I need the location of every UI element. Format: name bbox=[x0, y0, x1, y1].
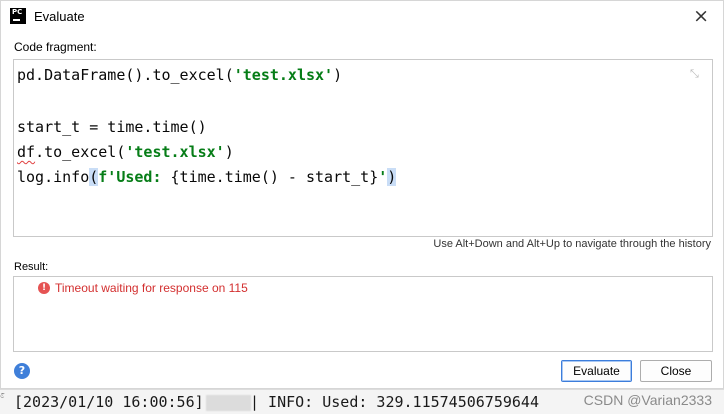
watermark: CSDN @Varian2333 bbox=[583, 392, 712, 408]
code-string: 'test.xlsx' bbox=[125, 143, 225, 161]
result-label: Result: bbox=[14, 261, 49, 273]
code-line-4: log.info(f'Used: {time.time() - start_t}… bbox=[17, 166, 397, 188]
code-fragment-label: Code fragment: bbox=[14, 40, 97, 54]
collapse-editor-icon[interactable]: ⤡ bbox=[690, 68, 702, 80]
code-text: pd.DataFrame().to_excel( bbox=[17, 66, 234, 84]
code-text: .to_excel( bbox=[35, 143, 126, 161]
pycharm-app-icon: PC bbox=[10, 8, 26, 24]
error-icon: ! bbox=[38, 282, 50, 294]
window-title: Evaluate bbox=[34, 9, 85, 24]
code-fstring: f'Used: bbox=[98, 168, 171, 186]
matched-paren-close: ) bbox=[387, 168, 397, 186]
error-message: Timeout waiting for response on 115 bbox=[55, 281, 248, 295]
console-timestamp-text: [2023/01/10 16:00:56] bbox=[14, 393, 204, 411]
code-string: 'test.xlsx' bbox=[233, 66, 334, 84]
app-icon-text: PC bbox=[12, 8, 23, 16]
evaluate-button[interactable]: Evaluate bbox=[561, 360, 632, 382]
close-button[interactable]: Close bbox=[640, 360, 712, 382]
code-line-3: df.to_excel('test.xlsx') bbox=[17, 141, 234, 163]
matched-paren-open: ( bbox=[89, 168, 99, 186]
code-text: ) bbox=[224, 143, 234, 161]
title-bar[interactable]: PC Evaluate × bbox=[1, 1, 723, 33]
evaluate-dialog: PC Evaluate × Code fragment: pd.DataFram… bbox=[0, 0, 724, 389]
unresolved-reference: df bbox=[17, 143, 36, 161]
code-fragment-editor[interactable]: pd.DataFrame().to_excel('test.xlsx') sta… bbox=[13, 59, 713, 237]
console-timestamp: [2023/01/10 16:00:56] bbox=[14, 390, 253, 414]
close-window-icon[interactable]: × bbox=[693, 5, 709, 27]
code-text: log.info bbox=[17, 168, 90, 186]
code-fstring-close: ' bbox=[378, 168, 388, 186]
redacted-region bbox=[205, 394, 251, 411]
result-panel[interactable]: ! Timeout waiting for response on 115 bbox=[13, 276, 713, 352]
code-line-2: start_t = time.time() bbox=[17, 118, 207, 136]
console-log-text: | INFO: Used: 329.11574506759644 bbox=[250, 393, 539, 411]
code-line-1: pd.DataFrame().to_excel('test.xlsx') bbox=[17, 64, 342, 86]
history-hint: Use Alt+Down and Alt+Up to navigate thro… bbox=[433, 238, 711, 250]
code-fstring-expr: {time.time() - start_t} bbox=[170, 168, 379, 186]
help-button[interactable]: ? bbox=[14, 363, 30, 379]
code-text: ) bbox=[333, 66, 343, 84]
app-icon-bar bbox=[13, 19, 20, 21]
